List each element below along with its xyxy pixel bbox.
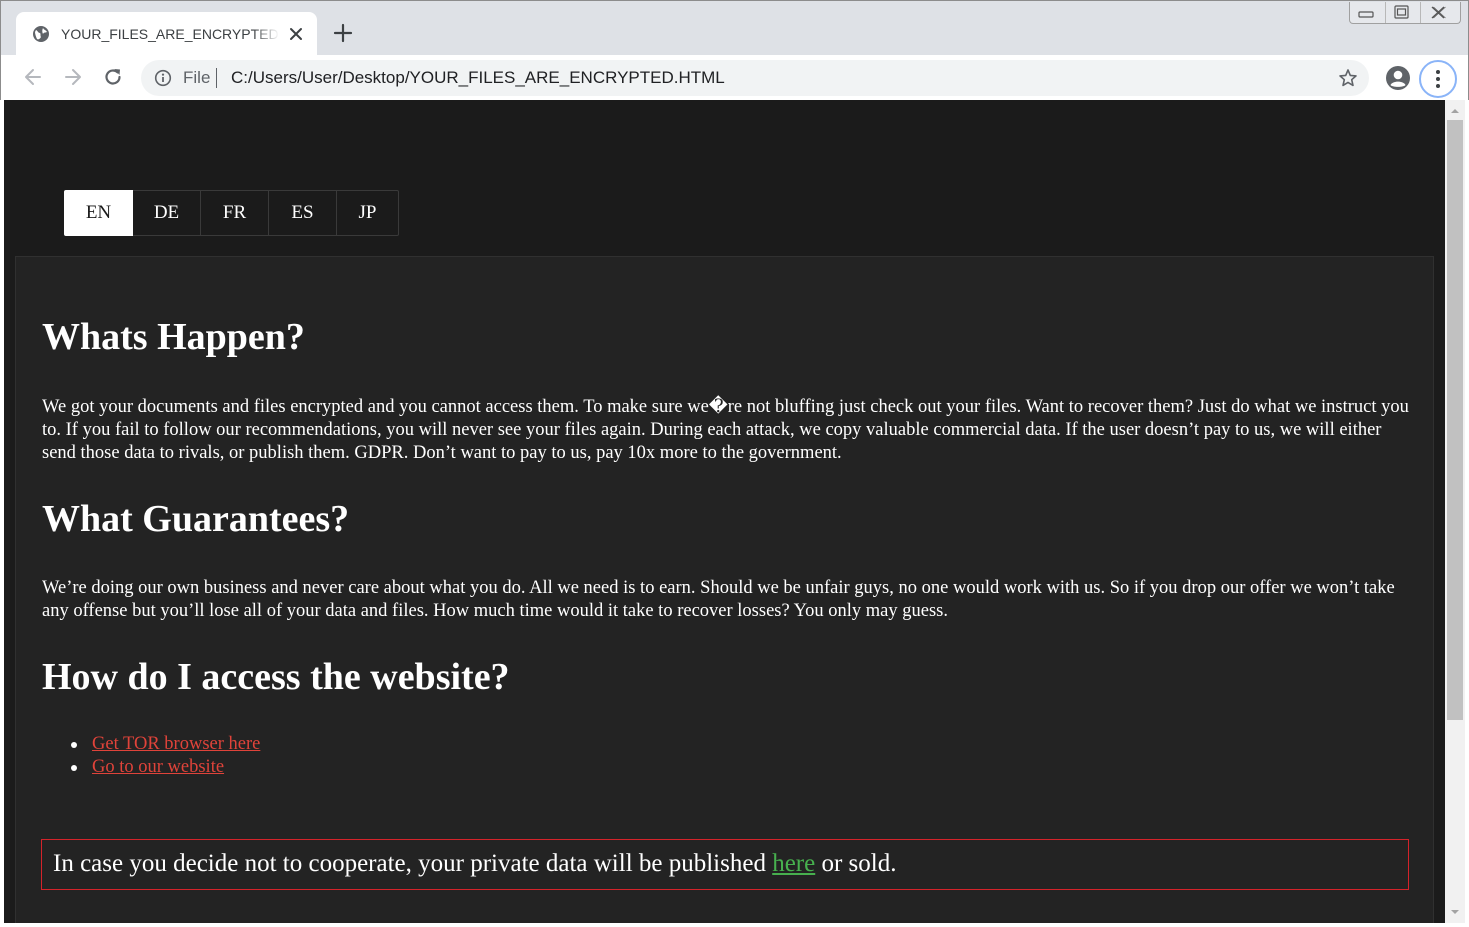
close-icon[interactable] xyxy=(1425,4,1451,21)
section-body-guarantees: We’re doing our own business and never c… xyxy=(42,578,1395,621)
restore-icon[interactable] xyxy=(1388,4,1414,21)
kebab-menu-icon xyxy=(1436,70,1440,88)
account-circle-icon[interactable] xyxy=(1385,65,1411,91)
star-icon[interactable] xyxy=(1338,68,1358,88)
reload-icon[interactable] xyxy=(102,66,124,88)
publish-warning-box: In case you decide not to cooperate, you… xyxy=(41,839,1409,890)
browser-tab[interactable]: YOUR_FILES_ARE_ENCRYPTED.HTML xyxy=(16,12,317,55)
plus-icon[interactable] xyxy=(332,22,354,44)
tab-strip: YOUR_FILES_ARE_ENCRYPTED.HTML xyxy=(1,1,1468,55)
leak-site-link[interactable]: here xyxy=(772,850,815,877)
lang-button-fr[interactable]: FR xyxy=(201,190,269,236)
ransom-note-panel: Whats Happen? We got your documents and … xyxy=(15,256,1434,923)
warning-text-after: or sold. xyxy=(815,850,897,877)
language-selector: EN DE FR ES JP xyxy=(64,190,399,236)
scroll-up-arrow-icon[interactable] xyxy=(1445,103,1465,120)
lang-button-de[interactable]: DE xyxy=(133,190,201,236)
url-scheme-label: File xyxy=(183,68,211,87)
list-item: Go to our website xyxy=(71,756,260,779)
browser-menu-button[interactable] xyxy=(1419,60,1457,98)
website-link[interactable]: Go to our website xyxy=(92,757,224,777)
access-links-list: Get TOR browser here Go to our website xyxy=(71,733,260,779)
warning-text-before: In case you decide not to cooperate, you… xyxy=(53,850,773,877)
url-text[interactable]: C:/Users/User/Desktop/YOUR_FILES_ARE_ENC… xyxy=(231,60,725,96)
minimize-icon[interactable] xyxy=(1353,4,1379,21)
page-viewport: EN DE FR ES JP Whats Happen? We got your… xyxy=(4,100,1445,923)
tab-title: YOUR_FILES_ARE_ENCRYPTED.HTML xyxy=(61,26,279,42)
lang-button-en[interactable]: EN xyxy=(64,190,133,236)
section-heading-access-website: How do I access the website? xyxy=(42,656,510,698)
section-body-whats-happen: We got your documents and files encrypte… xyxy=(42,397,1409,463)
url-scheme-divider xyxy=(216,68,217,88)
arrow-right-icon[interactable] xyxy=(62,66,84,88)
vertical-scrollbar[interactable] xyxy=(1445,100,1465,923)
info-icon[interactable] xyxy=(154,69,172,87)
browser-toolbar: File C:/Users/User/Desktop/YOUR_FILES_AR… xyxy=(1,55,1468,101)
window-control-divider xyxy=(1385,2,1386,23)
arrow-left-icon[interactable] xyxy=(22,66,44,88)
list-item: Get TOR browser here xyxy=(71,733,260,756)
browser-chrome: YOUR_FILES_ARE_ENCRYPTED.HTML xyxy=(0,0,1469,101)
close-icon[interactable] xyxy=(287,25,305,43)
window-controls xyxy=(1349,2,1461,24)
address-bar[interactable]: File C:/Users/User/Desktop/YOUR_FILES_AR… xyxy=(141,60,1369,96)
section-heading-whats-happen: Whats Happen? xyxy=(42,316,305,358)
section-heading-guarantees: What Guarantees? xyxy=(42,498,350,540)
tor-browser-link[interactable]: Get TOR browser here xyxy=(92,734,260,754)
window-control-divider xyxy=(1420,2,1421,23)
lang-button-jp[interactable]: JP xyxy=(337,190,399,236)
scroll-down-arrow-icon[interactable] xyxy=(1445,903,1465,920)
lang-button-es[interactable]: ES xyxy=(269,190,337,236)
globe-icon xyxy=(33,26,49,42)
scrollbar-thumb[interactable] xyxy=(1447,120,1463,720)
